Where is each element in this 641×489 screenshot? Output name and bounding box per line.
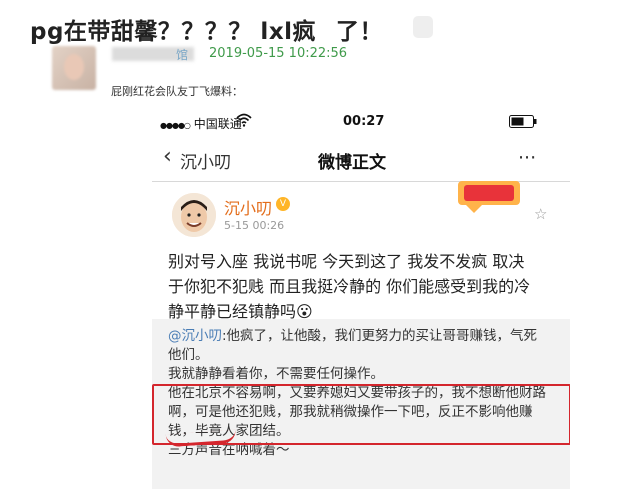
repost-line-2: 我就静静看着你，不需要任何操作。 — [168, 366, 384, 382]
status-bar: ●●●●○ 中国联通 00:27 — [152, 109, 570, 135]
poster-name-suffix: 馆 — [176, 48, 189, 62]
star-follow-icon[interactable]: ☆ — [534, 205, 547, 223]
weibo-avatar[interactable] — [172, 193, 216, 237]
post-title: pg在带甜馨？？？？ lxl疯 了！ — [30, 12, 383, 46]
back-button-label[interactable]: 沉小叨 — [180, 148, 231, 173]
more-options-icon[interactable]: ··· — [518, 147, 536, 169]
censor-smudge — [413, 16, 433, 38]
weibo-username[interactable]: 沉小叨 — [224, 195, 272, 219]
battery-icon — [509, 115, 537, 128]
repost-line-1: :他疯了，让他酸，我们更努力的买让哥哥赚钱，气死他们。 — [168, 328, 538, 363]
wifi-icon — [236, 113, 252, 127]
phone-screenshot: ●●●●○ 中国联通 00:27 ‹ 沉小叨 微博正文 ··· 沉小叨 V 5-… — [152, 109, 570, 489]
status-time: 00:27 — [343, 114, 385, 129]
mention-link[interactable]: @沉小叨 — [168, 328, 222, 344]
promo-badge-icon — [458, 181, 520, 213]
carrier-label: ●●●●○ 中国联通 — [160, 115, 242, 132]
poster-avatar[interactable] — [52, 46, 96, 90]
post-intro: 屁刚红花会队友丁飞爆料： — [111, 85, 243, 98]
weibo-timestamp: 5-15 00:26 — [224, 219, 285, 232]
vip-badge-icon: V — [276, 197, 290, 211]
face-icon — [172, 193, 216, 237]
post-title-text: pg在带甜馨？？？？ lxl疯 — [30, 19, 317, 45]
weibo-body-text: 别对号入座 我说书呢 今天到这了 我发不发疯 取决于你犯不犯贱 而且我挺冷静的 … — [168, 252, 531, 321]
post-timestamp: 2019-05-15 10:22:56 — [209, 46, 348, 61]
page-title: 微博正文 — [318, 153, 386, 173]
signal-icon: ●●●●○ — [160, 121, 191, 130]
post-title-end: 了！ — [336, 19, 384, 45]
back-chevron-icon[interactable]: ‹ — [163, 146, 172, 168]
carrier-text: 中国联通 — [193, 117, 242, 131]
